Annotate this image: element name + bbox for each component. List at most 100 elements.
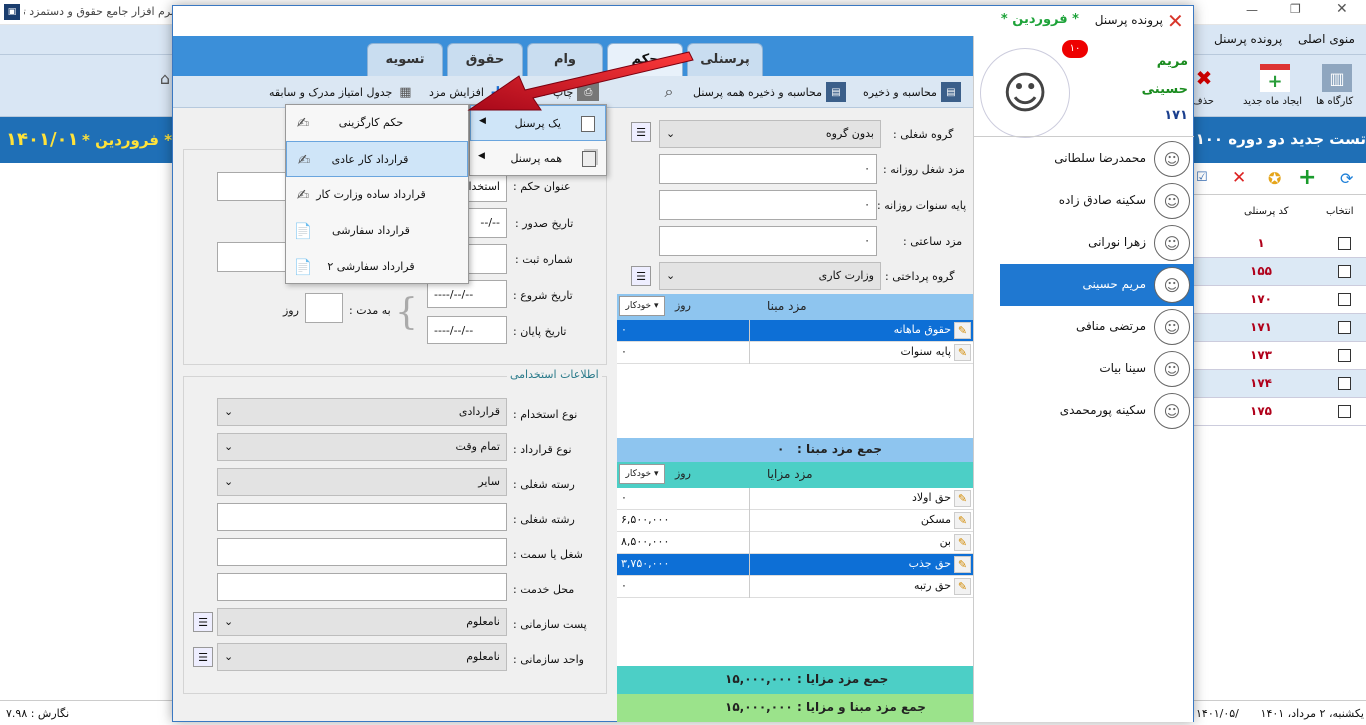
row-checkbox[interactable]: [1338, 265, 1351, 278]
position-input[interactable]: [217, 538, 507, 566]
menu-personnel[interactable]: پرونده پرسنل: [1214, 32, 1282, 46]
job-category-value: سایر: [478, 475, 500, 488]
person-item[interactable]: ☺ سکینه صادق زاده: [1000, 180, 1194, 222]
notification-badge[interactable]: ۱۰: [1062, 40, 1088, 58]
table-row[interactable]: ۱۷۴: [1194, 370, 1366, 398]
edit-pencil-icon[interactable]: ✎: [954, 490, 971, 507]
daily-wage-input[interactable]: ۰: [659, 154, 877, 184]
benefit-grid-mode-select[interactable]: خودکار ▾: [619, 464, 665, 484]
minimize-icon[interactable]: —: [1246, 3, 1258, 17]
grid-row[interactable]: ✎ حق جذب ۳,۷۵۰,۰۰۰: [617, 554, 973, 576]
person-item[interactable]: ☺ مریم حسینی: [1000, 264, 1194, 306]
org-post-select[interactable]: نامعلوم ⌄: [217, 608, 507, 636]
left-extra-input[interactable]: [217, 172, 287, 201]
ribbon-workshops[interactable]: کارگاه ها: [1316, 96, 1353, 107]
issue-date-label: تاریخ صدور :: [515, 217, 574, 230]
row-checkbox[interactable]: [1338, 237, 1351, 250]
add-icon[interactable]: +: [1298, 165, 1316, 190]
base-grid-mode-select[interactable]: خودکار ▾: [619, 296, 665, 316]
org-post-value: نامعلوم: [466, 615, 500, 628]
restore-icon[interactable]: ❐: [1290, 2, 1301, 16]
list-picker-icon[interactable]: ☰: [193, 647, 213, 667]
save-calc-button[interactable]: ▤ محاسبه و ذخیره: [863, 80, 961, 104]
row-name: حق رتبه: [913, 579, 951, 592]
list-picker-icon[interactable]: ☰: [631, 122, 651, 142]
score-table-label: جدول امتیاز مدرک و سابقه: [269, 85, 393, 99]
table-row[interactable]: ۱۷۰: [1194, 286, 1366, 314]
edit-pencil-icon[interactable]: ✎: [954, 322, 971, 339]
list-picker-icon[interactable]: ☰: [631, 266, 651, 286]
save-calc-all-button[interactable]: ▤ محاسبه و ذخیره همه پرسنل: [693, 80, 846, 104]
ribbon-delete-month[interactable]: حذف ماه: [1192, 96, 1214, 107]
base-grid-mode: خودکار: [625, 301, 652, 311]
grid-row[interactable]: ✎ حق اولاد ۰: [617, 488, 973, 510]
ribbon-new-month[interactable]: ایجاد ماه جدید: [1243, 96, 1302, 107]
edit-pencil-icon[interactable]: ✎: [954, 512, 971, 529]
person-item[interactable]: ☺ سکینه پورمحمدی: [1000, 390, 1194, 432]
person-item[interactable]: ☺ محمدرضا سلطانی: [1000, 138, 1194, 180]
refresh-icon[interactable]: ⟳: [1340, 169, 1353, 188]
employment-type-select[interactable]: قراردادی ⌄: [217, 398, 507, 426]
row-checkbox[interactable]: [1338, 349, 1351, 362]
chevron-down-icon: ⌄: [666, 127, 676, 140]
row-value: ۰: [621, 345, 627, 358]
person-item[interactable]: ☺ زهرا نورانی: [1000, 222, 1194, 264]
banner-company: تست جدید دو دوره ۱۰۰ س: [1196, 130, 1366, 148]
edit-pencil-icon[interactable]: ✎: [954, 344, 971, 361]
submenu-item[interactable]: 📄 قرارداد سفارشی: [286, 213, 468, 249]
edit-pencil-icon[interactable]: ✎: [954, 534, 971, 551]
person-avatar: ☺: [980, 48, 1070, 138]
table-row[interactable]: ۱۷۵: [1194, 398, 1366, 426]
job-category-label: رسته شغلی :: [513, 478, 575, 491]
pay-group-label: گروه پرداختی :: [885, 270, 955, 283]
pay-group-select[interactable]: وزارت کاری ⌄: [659, 262, 881, 290]
table-row[interactable]: ۱۵۵: [1194, 258, 1366, 286]
grid-row[interactable]: ✎ حق رتبه ۰: [617, 576, 973, 598]
decree-right-form: گروه شغلی : بدون گروه ⌄ ☰ مزد شغل روزانه…: [613, 108, 973, 722]
table-row[interactable]: ۱: [1194, 230, 1366, 258]
person-icon: ☺: [1154, 351, 1190, 387]
job-group-label: گروه شغلی :: [893, 128, 954, 141]
table-row[interactable]: ۱۷۱: [1194, 314, 1366, 342]
grid-row[interactable]: ✎ حقوق ماهانه ۰: [617, 320, 973, 342]
end-date-input[interactable]: ----/--/--: [427, 316, 507, 344]
submenu-item[interactable]: ✍ حکم کارگزینی: [286, 105, 468, 141]
row-checkbox[interactable]: [1338, 405, 1351, 418]
grid-row[interactable]: ✎ مسکن ۶,۵۰۰,۰۰۰: [617, 510, 973, 532]
submenu-item[interactable]: 📄 قرارداد سفارشی ۲: [286, 249, 468, 285]
person-item[interactable]: ☺ مرتضی منافی: [1000, 306, 1194, 348]
person-item[interactable]: ☺ سینا بیات: [1000, 348, 1194, 390]
close-icon[interactable]: ✕: [1336, 1, 1348, 17]
check-icon[interactable]: ☑: [1196, 170, 1208, 185]
service-location-input[interactable]: [217, 573, 507, 601]
submenu-item[interactable]: ✍ قرارداد کار عادی: [286, 141, 468, 177]
seniority-input[interactable]: ۰: [659, 190, 877, 220]
dialog-close-icon[interactable]: ✕: [1167, 9, 1184, 33]
print-all-item[interactable]: همه پرسنل ◀: [470, 141, 606, 177]
score-table-button[interactable]: ▦ جدول امتیاز مدرک و سابقه: [269, 80, 414, 104]
grid-row[interactable]: ✎ پایه سنوات ۰: [617, 342, 973, 364]
edit-pencil-icon[interactable]: ✎: [954, 556, 971, 573]
contract-type-select[interactable]: تمام وقت ⌄: [217, 433, 507, 461]
grand-total-bar: جمع مزد مبنا و مزایا : ۱۵,۰۰۰,۰۰۰: [617, 694, 973, 722]
bulb-icon[interactable]: ✪: [1268, 169, 1281, 188]
job-field-input[interactable]: [217, 503, 507, 531]
list-picker-icon[interactable]: ☰: [193, 612, 213, 632]
job-group-select[interactable]: بدون گروه ⌄: [659, 120, 881, 148]
menu-main[interactable]: منوی اصلی: [1298, 32, 1355, 46]
row-checkbox[interactable]: [1338, 377, 1351, 390]
edit-pencil-icon[interactable]: ✎: [954, 578, 971, 595]
left-extra-input-2[interactable]: [217, 242, 287, 272]
delete-icon[interactable]: ✕: [1232, 168, 1246, 188]
delete-month-icon: ✖: [1195, 66, 1213, 90]
tab-settlement[interactable]: تسویه: [367, 43, 443, 76]
grid-row[interactable]: ✎ بن ۸,۵۰۰,۰۰۰: [617, 532, 973, 554]
job-category-select[interactable]: سایر ⌄: [217, 468, 507, 496]
hourly-input[interactable]: ۰: [659, 226, 877, 256]
submenu-item[interactable]: ✍ قرارداد ساده وزارت کار: [286, 177, 468, 213]
duration-input[interactable]: [305, 293, 343, 323]
row-checkbox[interactable]: [1338, 293, 1351, 306]
table-row[interactable]: ۱۷۳: [1194, 342, 1366, 370]
row-checkbox[interactable]: [1338, 321, 1351, 334]
org-unit-select[interactable]: نامعلوم ⌄: [217, 643, 507, 671]
